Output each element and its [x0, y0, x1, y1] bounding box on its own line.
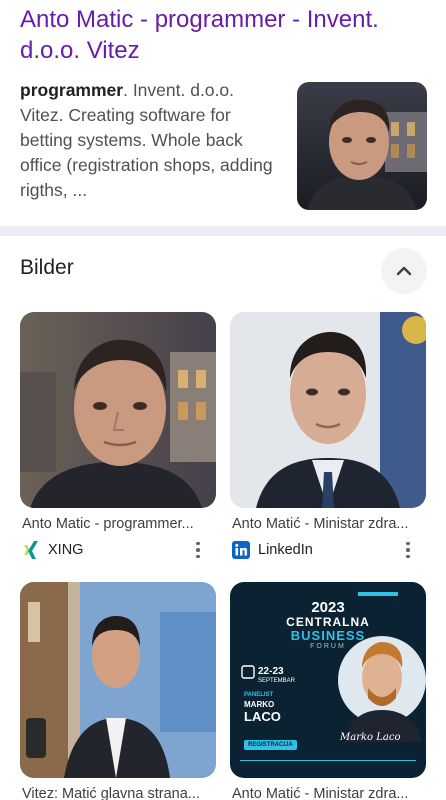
image-thumbnail[interactable]	[20, 582, 216, 778]
result-thumbnail[interactable]	[297, 82, 427, 210]
more-options-button[interactable]	[400, 540, 416, 560]
chevron-up-icon	[394, 261, 414, 281]
image-caption[interactable]: Anto Matić - Ministar zdra...	[230, 786, 420, 800]
image-caption[interactable]: Anto Matic - programmer...	[20, 516, 210, 532]
snippet-highlight: programmer	[20, 80, 124, 100]
image-card[interactable]: Anto Matić - Ministar zdra... LinkedIn	[230, 312, 426, 560]
source-name: XING	[48, 542, 84, 558]
image-caption[interactable]: Anto Matić - Ministar zdra...	[230, 516, 420, 532]
poster-art	[240, 592, 426, 761]
image-card[interactable]: Anto Matic - programmer... XING	[20, 312, 216, 560]
image-thumbnail[interactable]: 2023 CENTRALNA BUSINESS FORUM 22-23 SEPT…	[230, 582, 426, 778]
linkedin-icon	[232, 541, 250, 559]
image-card[interactable]: 2023 CENTRALNA BUSINESS FORUM 22-23 SEPT…	[230, 582, 426, 800]
result-snippet: programmer. Invent. d.o.o. Vitez. Creati…	[20, 78, 282, 203]
collapse-section-button[interactable]	[381, 248, 427, 294]
image-card[interactable]: Vitez: Matić glavna strana...	[20, 582, 216, 800]
image-caption[interactable]: Vitez: Matić glavna strana...	[20, 786, 210, 800]
more-options-button[interactable]	[190, 540, 206, 560]
xing-icon	[22, 541, 40, 559]
poster-signature: Marko Laco	[340, 732, 401, 743]
image-thumbnail[interactable]	[20, 312, 216, 508]
source-name: LinkedIn	[258, 542, 313, 558]
images-section-title: Bilder	[20, 256, 74, 279]
search-result: Anto Matic - programmer - Invent. d.o.o.…	[0, 0, 446, 226]
image-source[interactable]: LinkedIn	[230, 540, 426, 560]
section-divider	[0, 226, 446, 236]
image-source[interactable]: XING	[20, 540, 216, 560]
image-thumbnail[interactable]	[230, 312, 426, 508]
result-title-link[interactable]: Anto Matic - programmer - Invent. d.o.o.…	[20, 4, 430, 66]
